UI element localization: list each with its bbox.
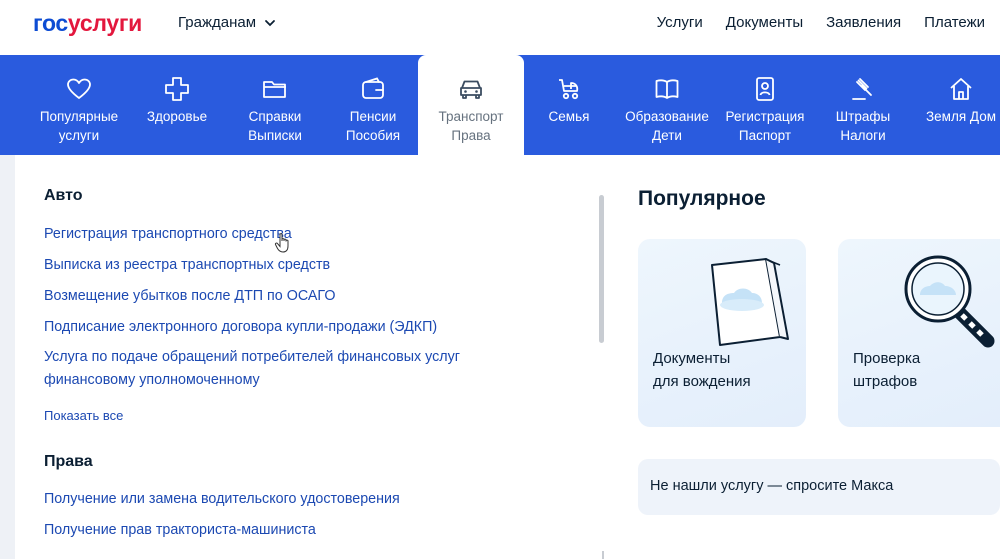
nav-payments[interactable]: Платежи: [924, 14, 985, 32]
car-icon: [457, 75, 485, 103]
link-driver-license[interactable]: Получение или замена водительского удост…: [44, 488, 574, 511]
link-osago-compensation[interactable]: Возмещение убытков после ДТП по ОСАГО: [44, 285, 574, 308]
category-popular[interactable]: Популярные услуги: [29, 55, 129, 155]
popular-title: Популярное: [638, 187, 766, 210]
stroller-icon: [555, 75, 583, 103]
category-fines[interactable]: Штрафы Налоги: [830, 55, 896, 155]
ask-max-text: Не нашли услугу — спросите Макса: [650, 478, 894, 494]
show-all-link[interactable]: Показать все: [44, 408, 123, 423]
house-icon: [947, 75, 975, 103]
category-transport[interactable]: Транспорт Права: [418, 55, 524, 155]
scroll-track-end: [602, 551, 604, 559]
card-label: Документы для вождения: [653, 350, 751, 390]
top-header: госуслуги Гражданам Услуги Документы Зая…: [0, 0, 1000, 55]
ask-max-banner[interactable]: Не нашли услугу — спросите Макса: [638, 459, 1000, 515]
category-health[interactable]: Здоровье: [140, 55, 214, 155]
category-registration[interactable]: Регистрация Паспорт: [722, 55, 808, 155]
nav-documents[interactable]: Документы: [726, 14, 803, 32]
section-title-rights: Права: [44, 453, 93, 470]
list-scrollbar[interactable]: [599, 195, 604, 343]
section-title-auto: Авто: [44, 187, 83, 204]
category-education[interactable]: Образование Дети: [622, 55, 712, 155]
wallet-icon: [359, 75, 387, 103]
gavel-icon: [849, 75, 877, 103]
link-financial-ombudsman[interactable]: Услуга по подаче обращений потребителей …: [44, 346, 524, 392]
nav-services[interactable]: Услуги: [657, 14, 703, 32]
top-nav: Услуги Документы Заявления Платежи: [657, 14, 985, 32]
magnifier-illustration-icon: [904, 255, 995, 348]
nav-applications[interactable]: Заявления: [826, 14, 901, 32]
heart-icon: [65, 75, 93, 103]
link-vehicle-registry-extract[interactable]: Выписка из реестра транспортных средств: [44, 254, 574, 277]
documents-illustration-icon: [711, 258, 789, 346]
card-check-fines[interactable]: Проверка штрафов: [838, 239, 1000, 427]
link-vehicle-registration[interactable]: Регистрация транспортного средства: [44, 223, 574, 246]
category-bar: Популярные услуги Здоровье Справки Выпис…: [0, 55, 1000, 155]
card-driving-documents[interactable]: Документы для вождения: [638, 239, 806, 427]
category-certificates[interactable]: Справки Выписки: [236, 55, 314, 155]
category-land-house[interactable]: Земля Дом: [922, 55, 1000, 155]
gosuslugi-logo[interactable]: госуслуги: [33, 9, 142, 37]
card-label: Проверка штрафов: [853, 350, 921, 390]
category-dropdown-panel: Авто Регистрация транспортного средства …: [15, 155, 1000, 559]
audience-label: Гражданам: [178, 14, 257, 31]
category-pensions[interactable]: Пенсии Пособия: [336, 55, 410, 155]
folder-icon: [261, 75, 289, 103]
link-edkp-signing[interactable]: Подписание электронного договора купли-п…: [44, 316, 574, 339]
chevron-down-icon: [265, 20, 275, 27]
book-icon: [653, 75, 681, 103]
hand-cursor-icon: [274, 233, 289, 253]
plus-icon: [163, 75, 191, 103]
id-card-icon: [751, 75, 779, 103]
link-tractor-license[interactable]: Получение прав тракториста-машиниста: [44, 519, 574, 542]
audience-selector[interactable]: Гражданам: [178, 14, 276, 32]
category-family[interactable]: Семья: [538, 55, 600, 155]
